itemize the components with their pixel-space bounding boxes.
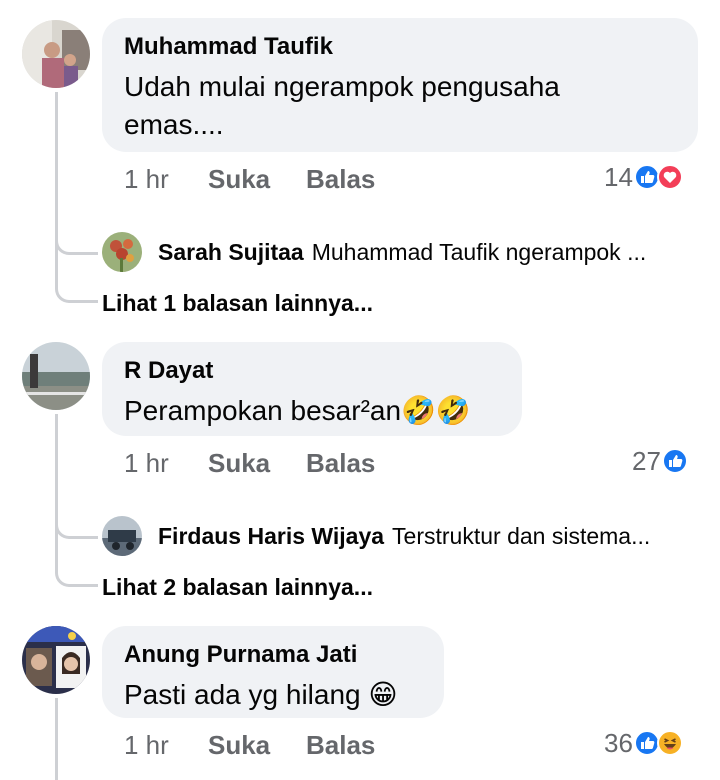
- comment-bubble-2: R Dayat Perampokan besar²an🤣🤣: [102, 342, 522, 436]
- comment-text-continued: emas....: [124, 109, 224, 140]
- reply-button[interactable]: Balas: [306, 728, 375, 762]
- thread-line-2: [55, 414, 58, 572]
- view-more-replies-link[interactable]: Lihat 1 balasan lainnya...: [102, 290, 373, 317]
- comment-author[interactable]: Muhammad Taufik: [124, 32, 676, 62]
- reply-preview-1[interactable]: Sarah Sujitaa Muhammad Taufik ngerampok …: [158, 232, 698, 272]
- reaction-summary-2[interactable]: 27: [632, 444, 688, 478]
- reaction-summary-1[interactable]: 14: [604, 160, 683, 194]
- view-more-replies-link[interactable]: Lihat 2 balasan lainnya...: [102, 574, 373, 601]
- comment-author[interactable]: Anung Purnama Jati: [124, 640, 422, 670]
- comment-text: Udah mulai ngerampok pengusaha: [124, 71, 560, 102]
- thread-line-1: [55, 92, 58, 288]
- comment-bubble-1: Muhammad Taufik Udah mulai ngerampok pen…: [102, 18, 698, 152]
- comment-bubble-3: Anung Purnama Jati Pasti ada yg hilang 😁: [102, 626, 444, 718]
- reply-button[interactable]: Balas: [306, 446, 375, 480]
- reaction-summary-3[interactable]: 36: [604, 726, 683, 760]
- reply-branch: [55, 512, 98, 539]
- avatar-photo: [22, 20, 90, 88]
- like-button[interactable]: Suka: [208, 728, 270, 762]
- reply-text: Terstruktur dan sistema...: [392, 522, 651, 549]
- love-icon: [656, 164, 683, 190]
- avatar-sarah-sujitaa[interactable]: [102, 232, 142, 272]
- reaction-count: 36: [604, 727, 633, 758]
- avatar-anung-purnama-jati[interactable]: [22, 626, 90, 694]
- haha-icon: [656, 730, 683, 756]
- comment-time[interactable]: 1 hr: [124, 728, 169, 762]
- thread-line-3: [55, 698, 58, 780]
- more-replies-branch: [55, 276, 98, 303]
- reaction-count: 14: [604, 161, 633, 192]
- like-button[interactable]: Suka: [208, 446, 270, 480]
- more-replies-branch: [55, 560, 98, 587]
- avatar-firdaus-haris-wijaya[interactable]: [102, 516, 142, 556]
- like-icon: [661, 448, 688, 474]
- avatar-r-dayat[interactable]: [22, 342, 90, 410]
- reply-preview-2[interactable]: Firdaus Haris Wijaya Terstruktur dan sis…: [158, 516, 698, 556]
- reaction-count: 27: [632, 445, 661, 476]
- comment-text: Pasti ada yg hilang 😁: [124, 679, 398, 710]
- comment-time[interactable]: 1 hr: [124, 162, 169, 196]
- avatar-photo: [22, 342, 90, 410]
- comment-actions-3: 1 hr Suka Balas: [124, 728, 424, 762]
- avatar-photo: [22, 626, 90, 694]
- comment-author[interactable]: R Dayat: [124, 356, 500, 386]
- reply-text: Muhammad Taufik ngerampok ...: [311, 238, 647, 265]
- comment-time[interactable]: 1 hr: [124, 446, 169, 480]
- reply-author[interactable]: Firdaus Haris Wijaya: [158, 523, 384, 550]
- avatar-photo: [102, 232, 142, 272]
- avatar-muhammad-taufik[interactable]: [22, 20, 90, 88]
- comment-text: Perampokan besar²an🤣🤣: [124, 395, 471, 426]
- reply-author[interactable]: Sarah Sujitaa: [158, 239, 304, 266]
- avatar-photo: [102, 516, 142, 556]
- reply-branch: [55, 228, 98, 255]
- reply-button[interactable]: Balas: [306, 162, 375, 196]
- comment-actions-1: 1 hr Suka Balas: [124, 162, 424, 196]
- like-button[interactable]: Suka: [208, 162, 270, 196]
- comment-actions-2: 1 hr Suka Balas: [124, 446, 424, 480]
